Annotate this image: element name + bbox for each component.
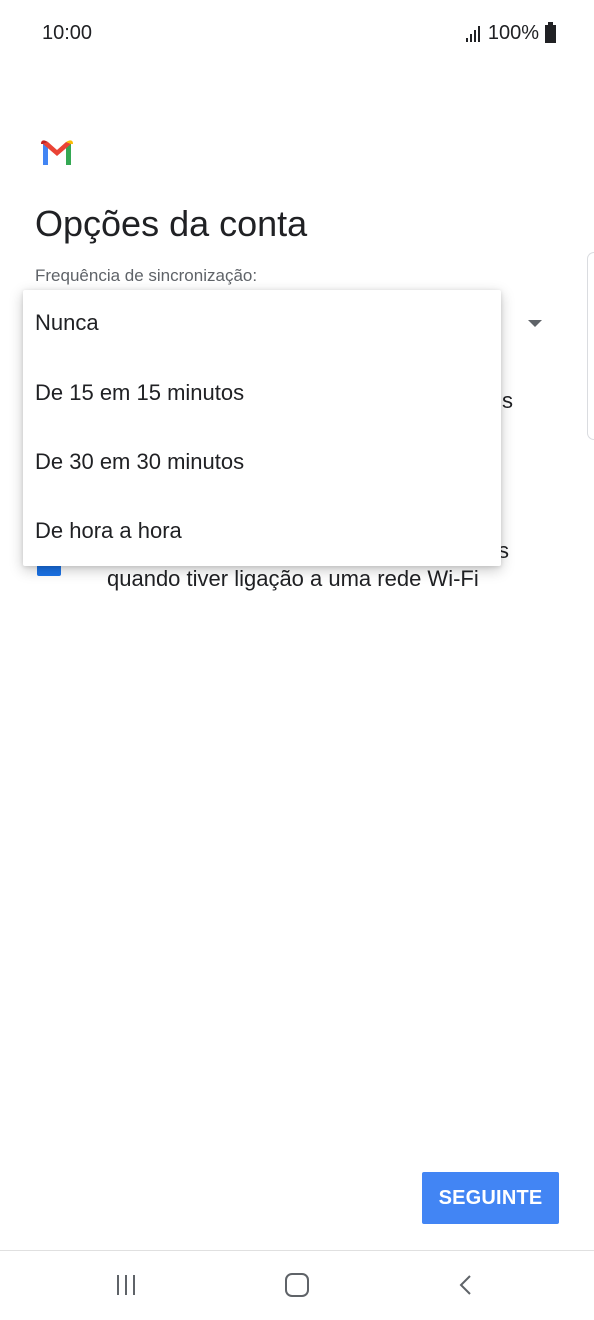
battery-percentage: 100% [487,22,539,44]
hidden-option-text: s [502,388,513,413]
back-icon[interactable] [455,1273,479,1297]
screen: 10:00 100% Opções da conta Frequência de… [0,0,594,1320]
wifi-checkbox-label: quando tiver ligação a uma rede Wi-Fi [107,566,479,591]
sync-option-30-min[interactable]: De 30 em 30 minutos [35,449,244,475]
signal-icon [465,25,480,42]
battery-icon [545,21,556,43]
navigation-bar [0,1251,594,1320]
page-title: Opções da conta [35,203,308,244]
scroll-indicator [587,252,594,440]
sync-frequency-label: Frequência de sincronização: [35,266,258,285]
status-indicators: 100% [465,21,556,45]
recents-icon[interactable] [117,1275,135,1295]
sync-option-never[interactable]: Nunca [35,310,99,336]
status-time: 10:00 [42,22,93,44]
next-button[interactable]: SEGUINTE [422,1172,559,1224]
sync-option-hourly[interactable]: De hora a hora [35,518,182,544]
sync-option-15-min[interactable]: De 15 em 15 minutos [35,380,244,406]
gmail-logo [41,140,73,165]
home-icon[interactable] [285,1273,309,1297]
dropdown-arrow-icon[interactable] [528,320,542,327]
status-bar: 10:00 100% [0,0,594,70]
sync-frequency-dropdown: Nunca De 15 em 15 minutos De 30 em 30 mi… [23,290,501,566]
